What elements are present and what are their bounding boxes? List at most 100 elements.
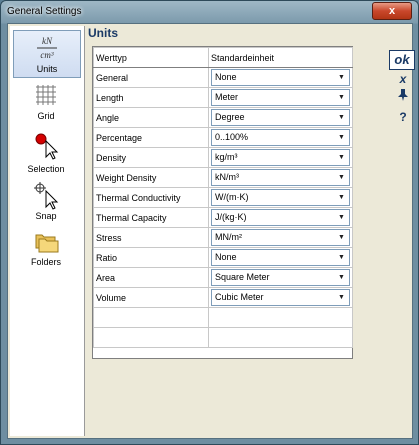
- unit-cell: Meter ▼: [208, 87, 353, 108]
- help-button[interactable]: ?: [392, 110, 414, 130]
- unit-select[interactable]: Degree ▼: [211, 109, 350, 126]
- close-button[interactable]: x: [372, 2, 412, 20]
- unit-select[interactable]: 0..100% ▼: [211, 129, 350, 146]
- unit-type-label: Weight Density: [93, 167, 209, 188]
- unit-select-value: W/(m·K): [215, 192, 249, 202]
- unit-select[interactable]: W/(m·K) ▼: [211, 189, 350, 206]
- pin-button[interactable]: [392, 88, 414, 108]
- dropdown-arrow-icon[interactable]: ▼: [335, 111, 348, 124]
- dropdown-arrow-icon[interactable]: ▼: [335, 211, 348, 224]
- unit-cell: J/(kg·K) ▼: [208, 207, 353, 228]
- unit-type-label: Density: [93, 147, 209, 168]
- sidebar-item-selection[interactable]: Selection: [13, 128, 79, 178]
- dropdown-arrow-icon[interactable]: ▼: [335, 91, 348, 104]
- table-row: Angle Degree ▼: [93, 107, 353, 128]
- dropdown-arrow-icon[interactable]: ▼: [335, 71, 348, 84]
- unit-select-value: kN/m³: [215, 172, 239, 182]
- sidebar-item-folders[interactable]: Folders: [13, 224, 79, 270]
- unit-cell: Square Meter ▼: [208, 267, 353, 288]
- table-row: Density kg/m³ ▼: [93, 147, 353, 168]
- table-row: Ratio None ▼: [93, 247, 353, 268]
- unit-select[interactable]: J/(kg·K) ▼: [211, 209, 350, 226]
- dropdown-arrow-icon[interactable]: ▼: [335, 231, 348, 244]
- table-row: Stress MN/m² ▼: [93, 227, 353, 248]
- table-row: Area Square Meter ▼: [93, 267, 353, 288]
- svg-text:cm³: cm³: [40, 50, 53, 60]
- selection-icon: [35, 133, 59, 160]
- sidebar-item-label: Folders: [30, 257, 61, 267]
- dropdown-arrow-icon[interactable]: ▼: [335, 151, 348, 164]
- column-header-unit: Standardeinheit: [208, 47, 353, 68]
- unit-cell: None ▼: [208, 67, 353, 88]
- svg-text:kN: kN: [42, 36, 53, 46]
- unit-select[interactable]: kg/m³ ▼: [211, 149, 350, 166]
- unit-select[interactable]: Meter ▼: [211, 89, 350, 106]
- empty-cell: [208, 327, 353, 348]
- sidebar-item-label: Snap: [35, 211, 57, 221]
- unit-select-value: None: [215, 252, 237, 262]
- table-row: Length Meter ▼: [93, 87, 353, 108]
- unit-select-value: None: [215, 72, 237, 82]
- unit-cell: Degree ▼: [208, 107, 353, 128]
- unit-select[interactable]: Square Meter ▼: [211, 269, 350, 286]
- dropdown-arrow-icon[interactable]: ▼: [335, 271, 348, 284]
- unit-type-label: Length: [93, 87, 209, 108]
- dropdown-arrow-icon[interactable]: ▼: [335, 131, 348, 144]
- unit-type-label: Area: [93, 267, 209, 288]
- table-row: Thermal Capacity J/(kg·K) ▼: [93, 207, 353, 228]
- empty-row: [93, 307, 353, 328]
- empty-cell: [208, 307, 353, 328]
- sidebar-item-snap[interactable]: Snap: [13, 178, 79, 224]
- unit-cell: kN/m³ ▼: [208, 167, 353, 188]
- unit-select[interactable]: MN/m² ▼: [211, 229, 350, 246]
- unit-cell: Cubic Meter ▼: [208, 287, 353, 308]
- unit-select[interactable]: None ▼: [211, 69, 350, 86]
- sidebar-item-label: Units: [36, 64, 58, 74]
- unit-type-label: Percentage: [93, 127, 209, 148]
- dropdown-arrow-icon[interactable]: ▼: [335, 291, 348, 304]
- unit-select[interactable]: Cubic Meter ▼: [211, 289, 350, 306]
- table-row: Weight Density kN/m³ ▼: [93, 167, 353, 188]
- unit-select-value: MN/m²: [215, 232, 242, 242]
- unit-cell: kg/m³ ▼: [208, 147, 353, 168]
- unit-cell: None ▼: [208, 247, 353, 268]
- grid-icon: [36, 85, 56, 105]
- unit-select[interactable]: None ▼: [211, 249, 350, 266]
- dropdown-arrow-icon[interactable]: ▼: [335, 191, 348, 204]
- empty-cell: [93, 307, 209, 328]
- column-header-type: Werttyp: [93, 47, 209, 68]
- unit-type-label: Stress: [93, 227, 209, 248]
- sidebar-item-label: Selection: [27, 164, 65, 174]
- sidebar-item-grid[interactable]: Grid: [13, 80, 79, 126]
- unit-select-value: Meter: [215, 92, 239, 102]
- unit-type-label: Ratio: [93, 247, 209, 268]
- ok-button[interactable]: ok: [389, 50, 415, 70]
- table-row: Volume Cubic Meter ▼: [93, 287, 353, 308]
- unit-type-label: Thermal Conductivity: [93, 187, 209, 208]
- empty-row: [93, 327, 353, 348]
- unit-select-value: kg/m³: [215, 152, 238, 162]
- dropdown-arrow-icon[interactable]: ▼: [335, 171, 348, 184]
- unit-select-value: Degree: [215, 112, 245, 122]
- unit-select[interactable]: kN/m³ ▼: [211, 169, 350, 186]
- table-row: Thermal Conductivity W/(m·K) ▼: [93, 187, 353, 208]
- table-row: General None ▼: [93, 67, 353, 88]
- unit-select-value: 0..100%: [215, 132, 249, 142]
- panel-title: Units: [88, 26, 118, 40]
- dialog-body: kN cm³ Units Grid Selection Snap Folders…: [7, 23, 415, 439]
- sidebar-item-units[interactable]: kN cm³ Units: [13, 30, 81, 78]
- pin-icon: [398, 89, 408, 101]
- title-bar[interactable]: General Settings x: [1, 1, 418, 23]
- units-table: Werttyp Standardeinheit General None ▼ Leng…: [92, 46, 353, 359]
- unit-type-label: Volume: [93, 287, 209, 308]
- table-row: Percentage 0..100% ▼: [93, 127, 353, 148]
- settings-window: General Settings x kN cm³ Units Grid Sel…: [0, 0, 419, 445]
- units-icon: kN cm³: [37, 36, 57, 60]
- sidebar-item-label: Grid: [37, 111, 55, 121]
- unit-cell: MN/m² ▼: [208, 227, 353, 248]
- category-sidebar: kN cm³ Units Grid Selection Snap Folders: [10, 26, 85, 436]
- dropdown-arrow-icon[interactable]: ▼: [335, 251, 348, 264]
- folders-icon: [35, 234, 59, 253]
- unit-select-value: Square Meter: [215, 272, 270, 282]
- unit-type-label: Angle: [93, 107, 209, 128]
